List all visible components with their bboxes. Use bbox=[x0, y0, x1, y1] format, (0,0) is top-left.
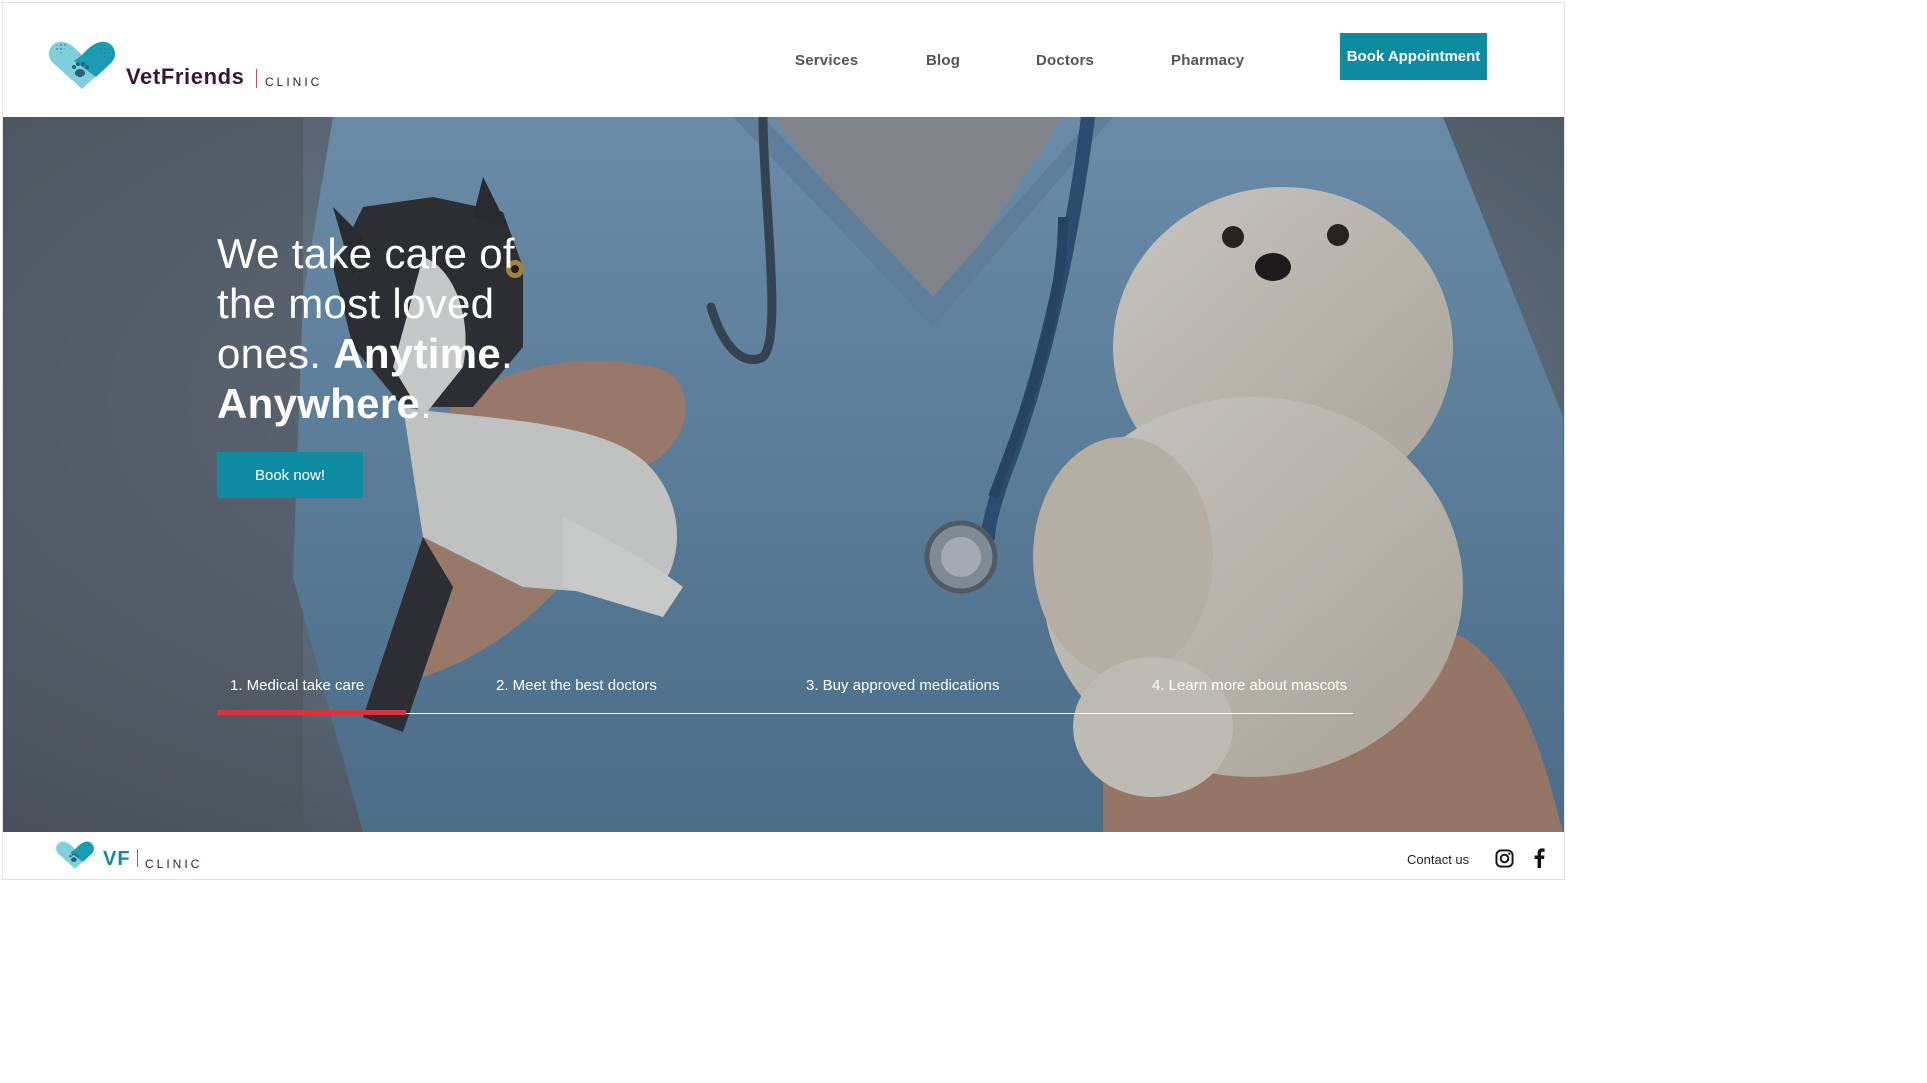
site-header: VetFriends CLINIC Services Blog Doctors … bbox=[3, 3, 1564, 117]
brand-subtitle: CLINIC bbox=[265, 75, 323, 89]
step-meet-doctors[interactable]: 2. Meet the best doctors bbox=[496, 677, 657, 694]
brand-logo[interactable]: VetFriends CLINIC bbox=[47, 39, 347, 95]
step-medical-take-care[interactable]: 1. Medical take care bbox=[230, 677, 364, 694]
book-appointment-button[interactable]: Book Appointment bbox=[1340, 33, 1487, 80]
instagram-icon[interactable] bbox=[1495, 849, 1514, 868]
carousel-steps: 1. Medical take care 2. Meet the best do… bbox=[3, 117, 1564, 832]
footer-brand-subtitle: CLINIC bbox=[145, 857, 203, 871]
brand-name: VetFriends bbox=[126, 64, 245, 89]
step-learn-mascots[interactable]: 4. Learn more about mascots bbox=[1152, 677, 1347, 694]
step-buy-medications[interactable]: 3. Buy approved medications bbox=[806, 677, 999, 694]
steps-active-indicator bbox=[217, 710, 406, 715]
nav-item-blog[interactable]: Blog bbox=[926, 52, 960, 69]
brand-divider bbox=[256, 69, 257, 88]
contact-us-link[interactable]: Contact us bbox=[1407, 852, 1469, 867]
heart-bandage-logo-icon bbox=[48, 41, 116, 89]
site-footer: VF CLINIC Contact us bbox=[3, 832, 1564, 879]
facebook-icon[interactable] bbox=[1533, 848, 1545, 868]
footer-brand-divider bbox=[137, 849, 138, 867]
nav-item-services[interactable]: Services bbox=[795, 52, 858, 69]
page: VetFriends CLINIC Services Blog Doctors … bbox=[2, 2, 1565, 880]
hero-section: We take care of the most loved ones. Any… bbox=[3, 117, 1564, 832]
nav-item-pharmacy[interactable]: Pharmacy bbox=[1171, 52, 1244, 69]
footer-brand-short: VF bbox=[103, 848, 131, 870]
nav-item-doctors[interactable]: Doctors bbox=[1036, 52, 1094, 69]
footer-heart-logo-icon[interactable] bbox=[55, 840, 95, 870]
